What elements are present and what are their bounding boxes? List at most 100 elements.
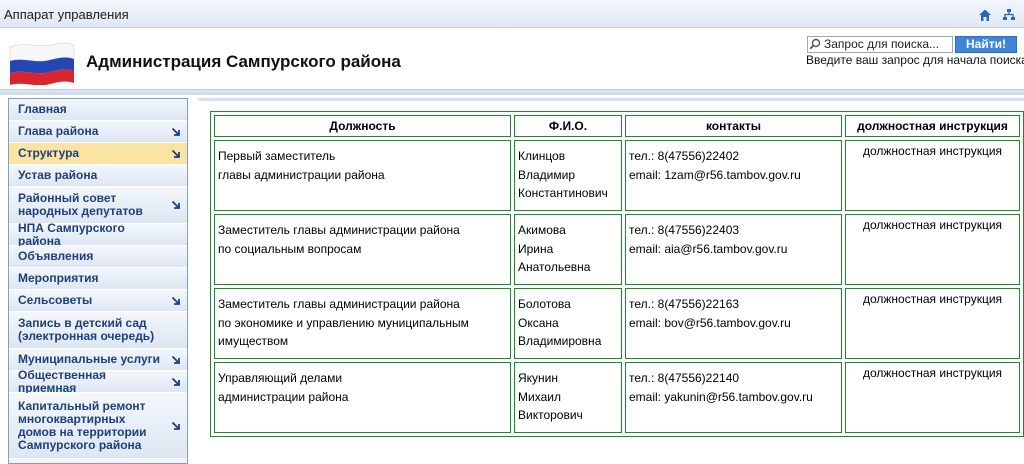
cell-line: тел.: 8(47556)22402 bbox=[629, 149, 740, 163]
sidebar-item[interactable]: Районный совет народных депутатов bbox=[9, 187, 187, 224]
cell-line: Болотова bbox=[518, 297, 571, 311]
table-row: Первый заместитель главы администрации ра… bbox=[214, 140, 1020, 211]
sidebar-item[interactable]: Обращения граждан bbox=[9, 459, 187, 463]
cell-line: Якунин bbox=[518, 371, 559, 385]
table-cell: должностная инструкция bbox=[845, 140, 1020, 211]
table-cell: тел.: 8(47556)22140 email: yakunin@r56.ta… bbox=[625, 362, 842, 433]
sidebar-item[interactable]: Капитальный ремонт многоквартирных домов… bbox=[9, 393, 187, 459]
arrow-down-right-icon bbox=[171, 200, 180, 209]
cell-line: Ирина bbox=[518, 241, 554, 256]
table-cell: тел.: 8(47556)22403 email: aia@r56.tambov… bbox=[625, 214, 842, 285]
table-row: Заместитель главы администрации района по… bbox=[214, 214, 1020, 285]
cell-line: email: bov@r56.tambov.gov.ru bbox=[629, 315, 791, 330]
sidebar-item-label: Общественная приемная bbox=[18, 367, 107, 395]
table-cell: Заместитель главы администрации района по… bbox=[214, 214, 511, 285]
sidebar-item[interactable]: НПА Сампурского района bbox=[9, 220, 187, 248]
cell-line: тел.: 8(47556)22163 bbox=[629, 297, 740, 311]
search-button[interactable]: Найти! bbox=[955, 36, 1017, 53]
table-cell: Управляющий делами администрации района bbox=[214, 362, 511, 433]
header-divider bbox=[0, 89, 1024, 95]
cell-line: тел.: 8(47556)22403 bbox=[629, 223, 740, 237]
cell-line: email: aia@r56.tambov.gov.ru bbox=[629, 241, 788, 256]
sidebar-item-label: Устав района bbox=[18, 168, 98, 182]
column-header: Должность bbox=[214, 115, 511, 137]
arrow-down-right-icon bbox=[171, 421, 180, 430]
cell-line: Оксана bbox=[518, 315, 559, 330]
cell-line: администрации района bbox=[218, 389, 349, 404]
cell-line: email: yakunin@r56.tambov.gov.ru bbox=[629, 389, 813, 404]
sidebar-item-label: Объявления bbox=[18, 249, 94, 263]
sidebar-nav: Главная Глава района Структура Устав района… bbox=[8, 98, 188, 464]
staff-table: Должность Ф.И.О. контакты должностная ин… bbox=[210, 111, 1024, 437]
cell-line: тел.: 8(47556)22140 bbox=[629, 371, 740, 385]
column-header: Ф.И.О. bbox=[514, 115, 622, 137]
sidebar-item-label: Районный совет народных депутатов bbox=[18, 191, 143, 218]
cell-line: Первый заместитель bbox=[218, 149, 336, 163]
cell-line: Заместитель главы администрации района bbox=[218, 297, 460, 311]
sidebar-item[interactable]: Мероприятия bbox=[9, 268, 187, 290]
table-cell: должностная инструкция bbox=[845, 288, 1020, 359]
section-title: Аппарат управления bbox=[4, 7, 129, 22]
russian-flag-logo[interactable] bbox=[6, 39, 78, 85]
content-top-border bbox=[198, 98, 1024, 101]
cell-line: Владимировна bbox=[518, 334, 602, 349]
search-hint: Введите ваш запрос для начала поиска. bbox=[806, 53, 1024, 67]
table-cell: Болотова Оксана Владимировна bbox=[514, 288, 622, 359]
instruction-link[interactable]: должностная инструкция bbox=[863, 144, 1002, 158]
arrow-down-right-icon bbox=[171, 377, 180, 386]
table-cell: Клинцов Владимир Константинович bbox=[514, 140, 622, 211]
arrow-down-right-icon bbox=[171, 149, 180, 158]
table-cell: тел.: 8(47556)22163 email: bov@r56.tambov… bbox=[625, 288, 842, 359]
sidebar-item[interactable]: Структура bbox=[9, 143, 187, 165]
sidebar-item[interactable]: Устав района bbox=[9, 165, 187, 187]
search-input[interactable]: Запрос для поиска... bbox=[807, 36, 953, 53]
site-title[interactable]: Администрация Сампурского района bbox=[86, 52, 401, 72]
cell-line: Клинцов bbox=[518, 149, 566, 163]
sidebar-item-label: Глава района bbox=[18, 124, 99, 138]
sidebar-item-label: Структура bbox=[18, 146, 80, 160]
search-icon bbox=[809, 38, 821, 50]
table-cell: Заместитель главы администрации района по… bbox=[214, 288, 511, 359]
sidebar-item-label: Мероприятия bbox=[18, 271, 99, 285]
sidebar-item[interactable]: Объявления bbox=[9, 246, 187, 268]
table-cell: должностная инструкция bbox=[845, 214, 1020, 285]
arrow-down-right-icon bbox=[171, 127, 180, 136]
sidebar-item[interactable]: Общественная приемная bbox=[9, 367, 187, 395]
cell-line: имуществом bbox=[218, 334, 289, 349]
sidebar-item[interactable]: Глава района bbox=[9, 121, 187, 143]
search-form: Запрос для поиска... Найти! bbox=[807, 36, 1017, 53]
arrow-down-right-icon bbox=[171, 355, 180, 364]
sidebar-item[interactable]: Главная bbox=[9, 99, 187, 121]
cell-line: Акимова bbox=[518, 223, 566, 237]
cell-line: Заместитель главы администрации района bbox=[218, 223, 460, 237]
sidebar-item-label: Запись в детский сад (электронная очеред… bbox=[18, 316, 155, 343]
cell-line: главы администрации района bbox=[218, 167, 385, 182]
instruction-link[interactable]: должностная инструкция bbox=[863, 292, 1002, 306]
sitemap-icon[interactable] bbox=[1002, 8, 1016, 22]
table-row: Заместитель главы администрации района по… bbox=[214, 288, 1020, 359]
sidebar-item[interactable]: Запись в детский сад (электронная очеред… bbox=[9, 312, 187, 349]
column-header: контакты bbox=[625, 115, 842, 137]
instruction-link[interactable]: должностная инструкция bbox=[863, 366, 1002, 380]
cell-line: Михаил bbox=[518, 389, 561, 404]
sidebar-item[interactable]: Сельсоветы bbox=[9, 290, 187, 312]
arrow-down-right-icon bbox=[171, 296, 180, 305]
table-header-row: Должность Ф.И.О. контакты должностная ин… bbox=[214, 115, 1020, 137]
cell-line: по экономике и управлению муниципальным bbox=[218, 315, 469, 330]
sidebar-item-label: Муниципальные услуги bbox=[18, 352, 161, 366]
table-cell: Первый заместитель главы администрации ра… bbox=[214, 140, 511, 211]
table-cell: Акимова Ирина Анатольевна bbox=[514, 214, 622, 285]
cell-line: по социальным вопросам bbox=[218, 241, 362, 256]
sidebar-item-label: НПА Сампурского района bbox=[18, 220, 125, 248]
sidebar-item-label: Капитальный ремонт многоквартирных домов… bbox=[18, 398, 147, 452]
table-cell: должностная инструкция bbox=[845, 362, 1020, 433]
table-cell: Якунин Михаил Викторович bbox=[514, 362, 622, 433]
cell-line: Владимир bbox=[518, 167, 576, 182]
column-header: должностная инструкция bbox=[845, 115, 1020, 137]
cell-line: Константинович bbox=[518, 186, 608, 201]
table-cell: тел.: 8(47556)22402 email: 1zam@r56.tambo… bbox=[625, 140, 842, 211]
table-row: Управляющий делами администрации района Як… bbox=[214, 362, 1020, 433]
home-icon[interactable] bbox=[978, 8, 992, 22]
sidebar-item-label: Главная bbox=[18, 102, 67, 116]
instruction-link[interactable]: должностная инструкция bbox=[863, 218, 1002, 232]
